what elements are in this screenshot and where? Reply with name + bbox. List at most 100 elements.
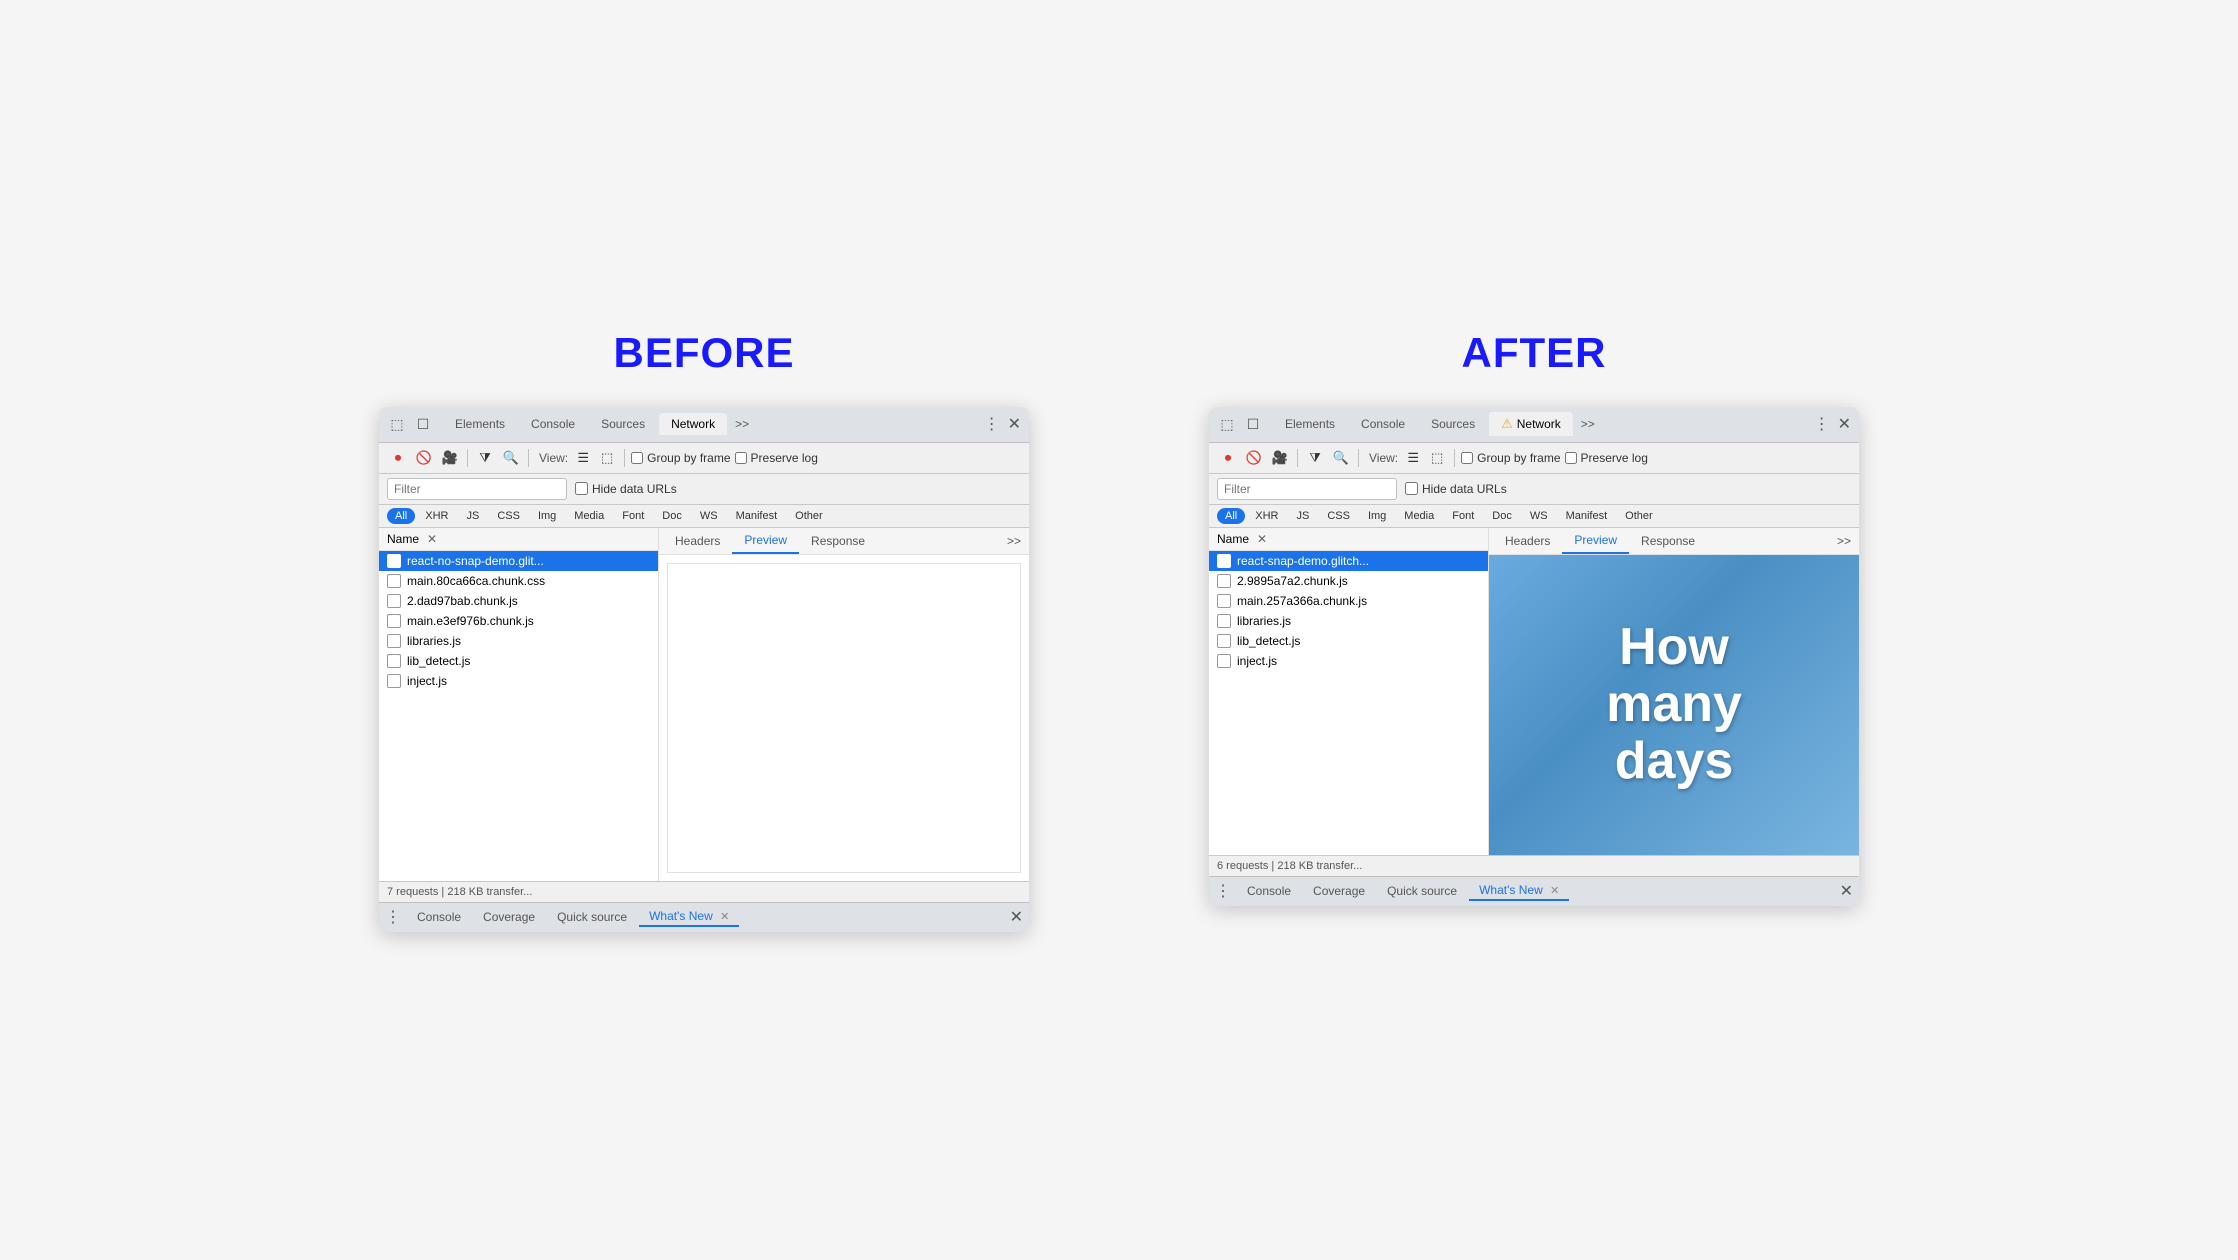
after-bottom-whats-new[interactable]: What's New ✕ [1469, 881, 1569, 901]
before-tab-network[interactable]: Network [659, 413, 727, 435]
before-tab-more[interactable]: >> [729, 413, 755, 435]
after-bottom-dots[interactable]: ⋮ [1215, 881, 1231, 901]
before-file-item-6[interactable]: inject.js [379, 671, 658, 691]
after-type-xhr[interactable]: XHR [1247, 508, 1286, 524]
before-group-by-frame[interactable]: Group by frame [631, 451, 730, 465]
after-close-btn[interactable]: ✕ [1838, 414, 1851, 434]
after-detail-tab-preview[interactable]: Preview [1562, 528, 1629, 554]
after-search-btn[interactable]: 🔍 [1330, 447, 1352, 469]
after-type-css[interactable]: CSS [1319, 508, 1358, 524]
before-hide-data-urls[interactable]: Hide data URLs [575, 482, 677, 496]
after-type-doc[interactable]: Doc [1484, 508, 1520, 524]
after-detail-tab-response[interactable]: Response [1629, 529, 1707, 553]
before-type-other[interactable]: Other [787, 508, 831, 524]
before-type-manifest[interactable]: Manifest [728, 508, 786, 524]
before-bottom-coverage[interactable]: Coverage [473, 908, 545, 926]
after-type-ws[interactable]: WS [1522, 508, 1556, 524]
before-tab-elements[interactable]: Elements [443, 413, 517, 435]
before-detail-tab-more[interactable]: >> [1003, 530, 1025, 552]
after-file-item-4[interactable]: lib_detect.js [1209, 631, 1488, 651]
before-preserve-checkbox[interactable] [735, 452, 747, 464]
after-type-js[interactable]: JS [1288, 508, 1317, 524]
after-tab-network[interactable]: ⚠ Network [1489, 412, 1573, 436]
after-list-view-btn[interactable]: ☰ [1402, 447, 1424, 469]
before-file-item-0[interactable]: react-no-snap-demo.glit... [379, 551, 658, 571]
after-tab-more[interactable]: >> [1575, 413, 1601, 435]
before-type-media[interactable]: Media [566, 508, 612, 524]
after-file-item-2[interactable]: main.257a366a.chunk.js [1209, 591, 1488, 611]
before-camera-btn[interactable]: 🎥 [439, 447, 461, 469]
after-compact-view-btn[interactable]: ⬚ [1426, 447, 1448, 469]
after-type-media[interactable]: Media [1396, 508, 1442, 524]
before-filter-btn[interactable]: ⧩ [474, 447, 496, 469]
after-filter-btn[interactable]: ⧩ [1304, 447, 1326, 469]
after-type-img[interactable]: Img [1360, 508, 1394, 524]
after-detail-tab-more[interactable]: >> [1833, 530, 1855, 552]
after-file-item-0[interactable]: react-snap-demo.glitch... [1209, 551, 1488, 571]
inspect-icon[interactable]: ⬚ [387, 414, 407, 434]
before-file-item-5[interactable]: lib_detect.js [379, 651, 658, 671]
before-tab-sources[interactable]: Sources [589, 413, 657, 435]
after-preserve-checkbox[interactable] [1565, 452, 1577, 464]
after-hide-data-checkbox[interactable] [1405, 482, 1418, 495]
before-bottom-close[interactable]: ✕ [1010, 907, 1023, 927]
before-file-item-3[interactable]: main.e3ef976b.chunk.js [379, 611, 658, 631]
after-clear-btn[interactable]: 🚫 [1243, 447, 1265, 469]
after-camera-btn[interactable]: 🎥 [1269, 447, 1291, 469]
before-more-btn[interactable]: ⋮ [984, 414, 1000, 434]
before-tab-console[interactable]: Console [519, 413, 587, 435]
after-bottom-quick-source[interactable]: Quick source [1377, 882, 1467, 900]
after-group-frame-checkbox[interactable] [1461, 452, 1473, 464]
after-file-item-5[interactable]: inject.js [1209, 651, 1488, 671]
before-preserve-log[interactable]: Preserve log [735, 451, 818, 465]
after-tab-elements[interactable]: Elements [1273, 413, 1347, 435]
before-bottom-quick-source[interactable]: Quick source [547, 908, 637, 926]
before-bottom-console[interactable]: Console [407, 908, 471, 926]
before-detail-tab-headers[interactable]: Headers [663, 529, 732, 553]
before-hide-data-checkbox[interactable] [575, 482, 588, 495]
after-group-by-frame[interactable]: Group by frame [1461, 451, 1560, 465]
before-whats-new-close[interactable]: ✕ [720, 911, 729, 923]
after-hide-data-urls[interactable]: Hide data URLs [1405, 482, 1507, 496]
after-bottom-coverage[interactable]: Coverage [1303, 882, 1375, 900]
after-close-detail-btn[interactable]: ✕ [1257, 532, 1267, 546]
before-group-frame-checkbox[interactable] [631, 452, 643, 464]
before-type-xhr[interactable]: XHR [417, 508, 456, 524]
after-record-btn[interactable]: ⏺ [1217, 447, 1239, 469]
after-tab-sources[interactable]: Sources [1419, 413, 1487, 435]
before-type-css[interactable]: CSS [489, 508, 528, 524]
before-file-item-2[interactable]: 2.dad97bab.chunk.js [379, 591, 658, 611]
before-bottom-dots[interactable]: ⋮ [385, 907, 401, 927]
after-type-other[interactable]: Other [1617, 508, 1661, 524]
before-compact-view-btn[interactable]: ⬚ [596, 447, 618, 469]
after-more-btn[interactable]: ⋮ [1814, 414, 1830, 434]
after-tab-console[interactable]: Console [1349, 413, 1417, 435]
after-type-manifest[interactable]: Manifest [1558, 508, 1616, 524]
before-type-font[interactable]: Font [614, 508, 652, 524]
after-device-icon[interactable]: ☐ [1243, 414, 1263, 434]
after-whats-new-close[interactable]: ✕ [1550, 885, 1559, 897]
after-bottom-console[interactable]: Console [1237, 882, 1301, 900]
after-bottom-close[interactable]: ✕ [1840, 881, 1853, 901]
after-detail-tab-headers[interactable]: Headers [1493, 529, 1562, 553]
before-type-all[interactable]: All [387, 508, 415, 524]
before-record-btn[interactable]: ⏺ [387, 447, 409, 469]
before-close-detail-btn[interactable]: ✕ [427, 532, 437, 546]
before-search-btn[interactable]: 🔍 [500, 447, 522, 469]
before-bottom-whats-new[interactable]: What's New ✕ [639, 907, 739, 927]
before-file-item-1[interactable]: main.80ca66ca.chunk.css [379, 571, 658, 591]
after-filter-input[interactable] [1217, 478, 1397, 500]
after-file-item-1[interactable]: 2.9895a7a2.chunk.js [1209, 571, 1488, 591]
after-inspect-icon[interactable]: ⬚ [1217, 414, 1237, 434]
before-type-js[interactable]: JS [458, 508, 487, 524]
before-type-ws[interactable]: WS [692, 508, 726, 524]
before-clear-btn[interactable]: 🚫 [413, 447, 435, 469]
after-type-all[interactable]: All [1217, 508, 1245, 524]
device-icon[interactable]: ☐ [413, 414, 433, 434]
after-preserve-log[interactable]: Preserve log [1565, 451, 1648, 465]
before-list-view-btn[interactable]: ☰ [572, 447, 594, 469]
before-type-img[interactable]: Img [530, 508, 564, 524]
before-detail-tab-preview[interactable]: Preview [732, 528, 799, 554]
before-filter-input[interactable] [387, 478, 567, 500]
before-file-item-4[interactable]: libraries.js [379, 631, 658, 651]
